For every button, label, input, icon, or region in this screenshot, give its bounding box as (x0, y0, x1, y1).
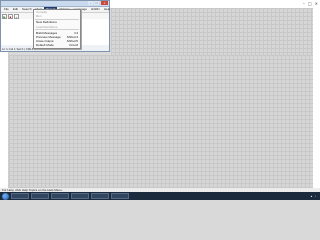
taskbar-item[interactable] (51, 193, 69, 199)
start-button-icon[interactable] (2, 192, 9, 200)
project-dropdown-menu: Compile Run New Definitions Load Definition… (33, 9, 81, 49)
window-controls: – □ × (303, 1, 318, 6)
stop-icon[interactable]: ■ (8, 13, 13, 19)
app-titlebar[interactable]: – □ × (1, 1, 109, 7)
network-icon[interactable]: ▲ (310, 195, 313, 198)
new-icon[interactable]: + (14, 13, 19, 19)
menu-edit[interactable]: Edit (11, 7, 20, 12)
menu-item-label: Default Mode (36, 43, 54, 48)
menu-item-default-mode[interactable]: Default Mode Ctrl+M (34, 43, 80, 47)
menu-search[interactable]: Search (20, 7, 34, 12)
system-tray: ▲ ♪ (310, 195, 320, 198)
menu-hitwin[interactable]: HitWin (89, 7, 102, 12)
app-close-icon[interactable]: × (101, 1, 108, 5)
volume-icon[interactable]: ♪ (315, 195, 316, 198)
taskbar-item[interactable] (11, 193, 29, 199)
app-minimize-icon[interactable]: – (88, 1, 93, 5)
close-icon[interactable]: × (315, 1, 318, 6)
menu-item-label: Load Definitions (36, 24, 58, 29)
design-canvas-upper[interactable] (111, 8, 313, 55)
menu-item-label: Run (36, 14, 42, 19)
menu-item-load-definitions: Load Definitions (34, 25, 80, 29)
app-maximize-icon[interactable]: □ (94, 1, 99, 5)
taskbar-item[interactable] (91, 193, 109, 199)
maximize-icon[interactable]: □ (308, 1, 312, 6)
right-edge (313, 8, 320, 188)
play-icon[interactable]: ▶ (2, 13, 7, 19)
menu-file[interactable]: File (2, 7, 11, 12)
taskbar-item[interactable] (31, 193, 49, 199)
taskbar: ▲ ♪ (0, 192, 320, 200)
menu-item-shortcut: Ctrl+M (69, 43, 78, 48)
taskbar-item[interactable] (111, 193, 129, 199)
menu-help[interactable]: Help (102, 7, 112, 12)
task-list (11, 193, 129, 199)
design-canvas[interactable] (9, 55, 313, 188)
minimize-icon[interactable]: – (303, 1, 305, 6)
menu-item-run: Run (34, 14, 80, 18)
taskbar-item[interactable] (71, 193, 89, 199)
